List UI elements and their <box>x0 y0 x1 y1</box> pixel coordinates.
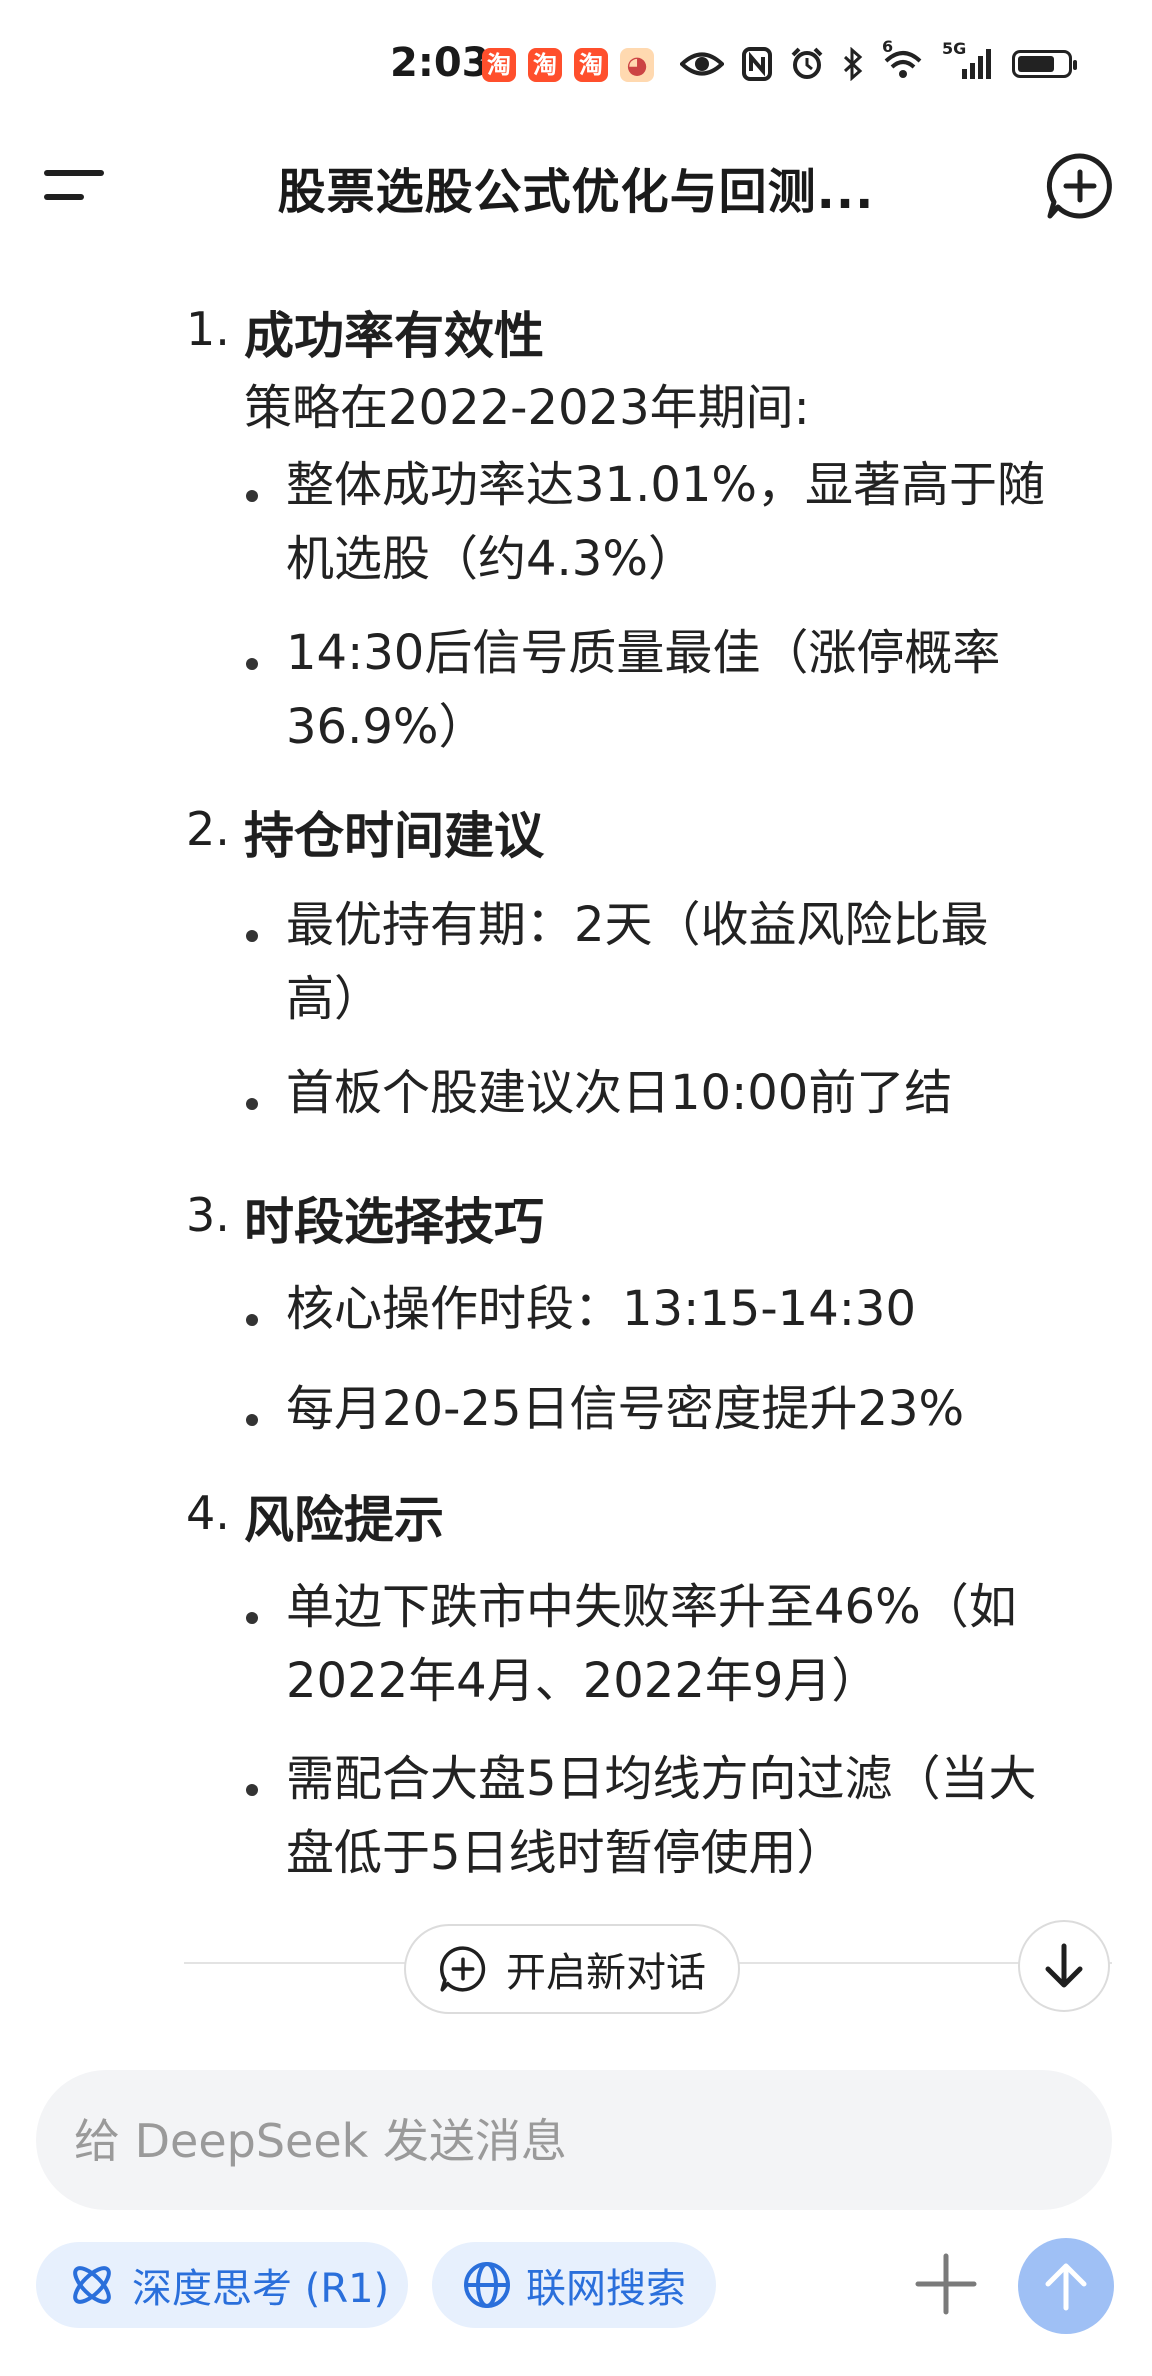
list-item-line: 需配合大盘5日均线方向过滤（当大 <box>286 1751 1037 1807</box>
list-item-line: 核心操作时段：13:15-14:30 <box>286 1281 916 1337</box>
list-item-line: 整体成功率达31.01%，显著高于随 <box>286 457 1046 513</box>
list-item: 需配合大盘5日均线方向过滤（当大 盘低于5日线时暂停使用） <box>286 1742 1106 1890</box>
bullet-dot <box>246 490 258 502</box>
eye-icon <box>680 52 724 76</box>
battery-level <box>1018 56 1054 72</box>
list-item: 首板个股建议次日10:00前了结 <box>286 1056 1106 1130</box>
message-composer <box>36 2070 1112 2212</box>
list-item: 整体成功率达31.01%，显著高于随 机选股（约4.3%） <box>286 448 1106 596</box>
arrow-up-icon <box>1045 2263 1087 2311</box>
web-search-toggle[interactable]: 联网搜索 <box>432 2242 716 2328</box>
list-item: 核心操作时段：13:15-14:30 <box>286 1272 1106 1346</box>
list-number: 4. <box>186 1486 230 1540</box>
taobao-app-icon: 淘 <box>482 48 516 82</box>
new-dialog-button[interactable]: 开启新对话 <box>404 1924 740 2014</box>
signal-5g-icon: 5G <box>942 39 994 81</box>
bullet-dot <box>246 658 258 670</box>
web-search-label: 联网搜索 <box>526 2266 686 2312</box>
section-title: 时段选择技巧 <box>244 1193 544 1251</box>
status-time: 2:03 <box>390 40 490 86</box>
taobao-app-icon: 淘 <box>528 48 562 82</box>
conversation-title: 股票选股公式优化与回测... <box>277 164 875 220</box>
bluetooth-icon <box>843 47 863 81</box>
taobao-app-icon: 淘 <box>574 48 608 82</box>
list-number: 2. <box>186 802 230 856</box>
top-app-bar: 股票选股公式优化与回测... <box>0 130 1152 240</box>
wifi-icon: 6 <box>882 37 924 81</box>
battery-icon <box>1012 50 1077 78</box>
message-input[interactable] <box>72 2070 1056 2212</box>
bullet-dot <box>246 1314 258 1326</box>
section-title: 成功率有效性 <box>244 307 544 365</box>
attach-plus-icon[interactable] <box>906 2244 986 2324</box>
list-item-line: 机选股（约4.3%） <box>286 531 696 587</box>
list-item-line: 每月20-25日信号密度提升23% <box>286 1381 965 1437</box>
list-item-line: 盘低于5日线时暂停使用） <box>286 1825 845 1881</box>
menu-button[interactable] <box>44 160 108 210</box>
alarm-icon <box>791 47 823 79</box>
bullet-dot <box>246 930 258 942</box>
list-number: 1. <box>186 302 230 356</box>
section-title: 风险提示 <box>244 1491 444 1549</box>
list-item-line: 高） <box>286 971 383 1027</box>
list-item-line: 2022年4月、2022年9月） <box>286 1653 880 1709</box>
status-bar: 2:03 淘 淘 淘 ◕ 6 5G <box>0 0 1152 130</box>
scroll-to-bottom-button[interactable] <box>1018 1920 1110 2012</box>
globe-icon <box>464 2262 510 2308</box>
new-chat-icon[interactable] <box>1044 150 1116 222</box>
list-item: 14:30后信号质量最佳（涨停概率 36.9%） <box>286 616 1106 764</box>
list-item: 最优持有期：2天（收益风险比最 高） <box>286 888 1106 1036</box>
list-item-line: 14:30后信号质量最佳（涨停概率 <box>286 625 1001 681</box>
list-item: 每月20-25日信号密度提升23% <box>286 1372 1106 1446</box>
list-number: 3. <box>186 1188 230 1242</box>
bullet-dot <box>246 1784 258 1796</box>
list-item-line: 单边下跌市中失败率升至46%（如 <box>286 1579 1017 1635</box>
wifi-badge: 6 <box>882 37 894 56</box>
status-icons: 6 5G <box>680 37 1077 84</box>
list-item-line: 首板个股建议次日10:00前了结 <box>286 1065 953 1121</box>
section-paragraph: 策略在2022-2023年期间: <box>244 380 810 436</box>
atom-icon <box>73 2266 111 2304</box>
section-title: 持仓时间建议 <box>244 807 544 865</box>
deep-think-toggle[interactable]: 深度思考 (R1) <box>36 2242 408 2328</box>
app-notification-icon: ◕ <box>620 48 654 82</box>
list-item-line: 最优持有期：2天（收益风险比最 <box>286 897 989 953</box>
list-item: 单边下跌市中失败率升至46%（如 2022年4月、2022年9月） <box>286 1570 1106 1718</box>
bullet-dot <box>246 1612 258 1624</box>
list-item-line: 36.9%） <box>286 699 487 755</box>
deep-think-label: 深度思考 (R1) <box>132 2266 390 2312</box>
bullet-dot <box>246 1098 258 1110</box>
send-button[interactable] <box>1018 2238 1114 2334</box>
new-dialog-label: 开启新对话 <box>506 1950 706 1996</box>
arrow-down-icon <box>1045 1943 1083 1988</box>
new-chat-icon <box>440 1946 486 1992</box>
bullet-dot <box>246 1414 258 1426</box>
nfc-icon <box>742 47 772 81</box>
